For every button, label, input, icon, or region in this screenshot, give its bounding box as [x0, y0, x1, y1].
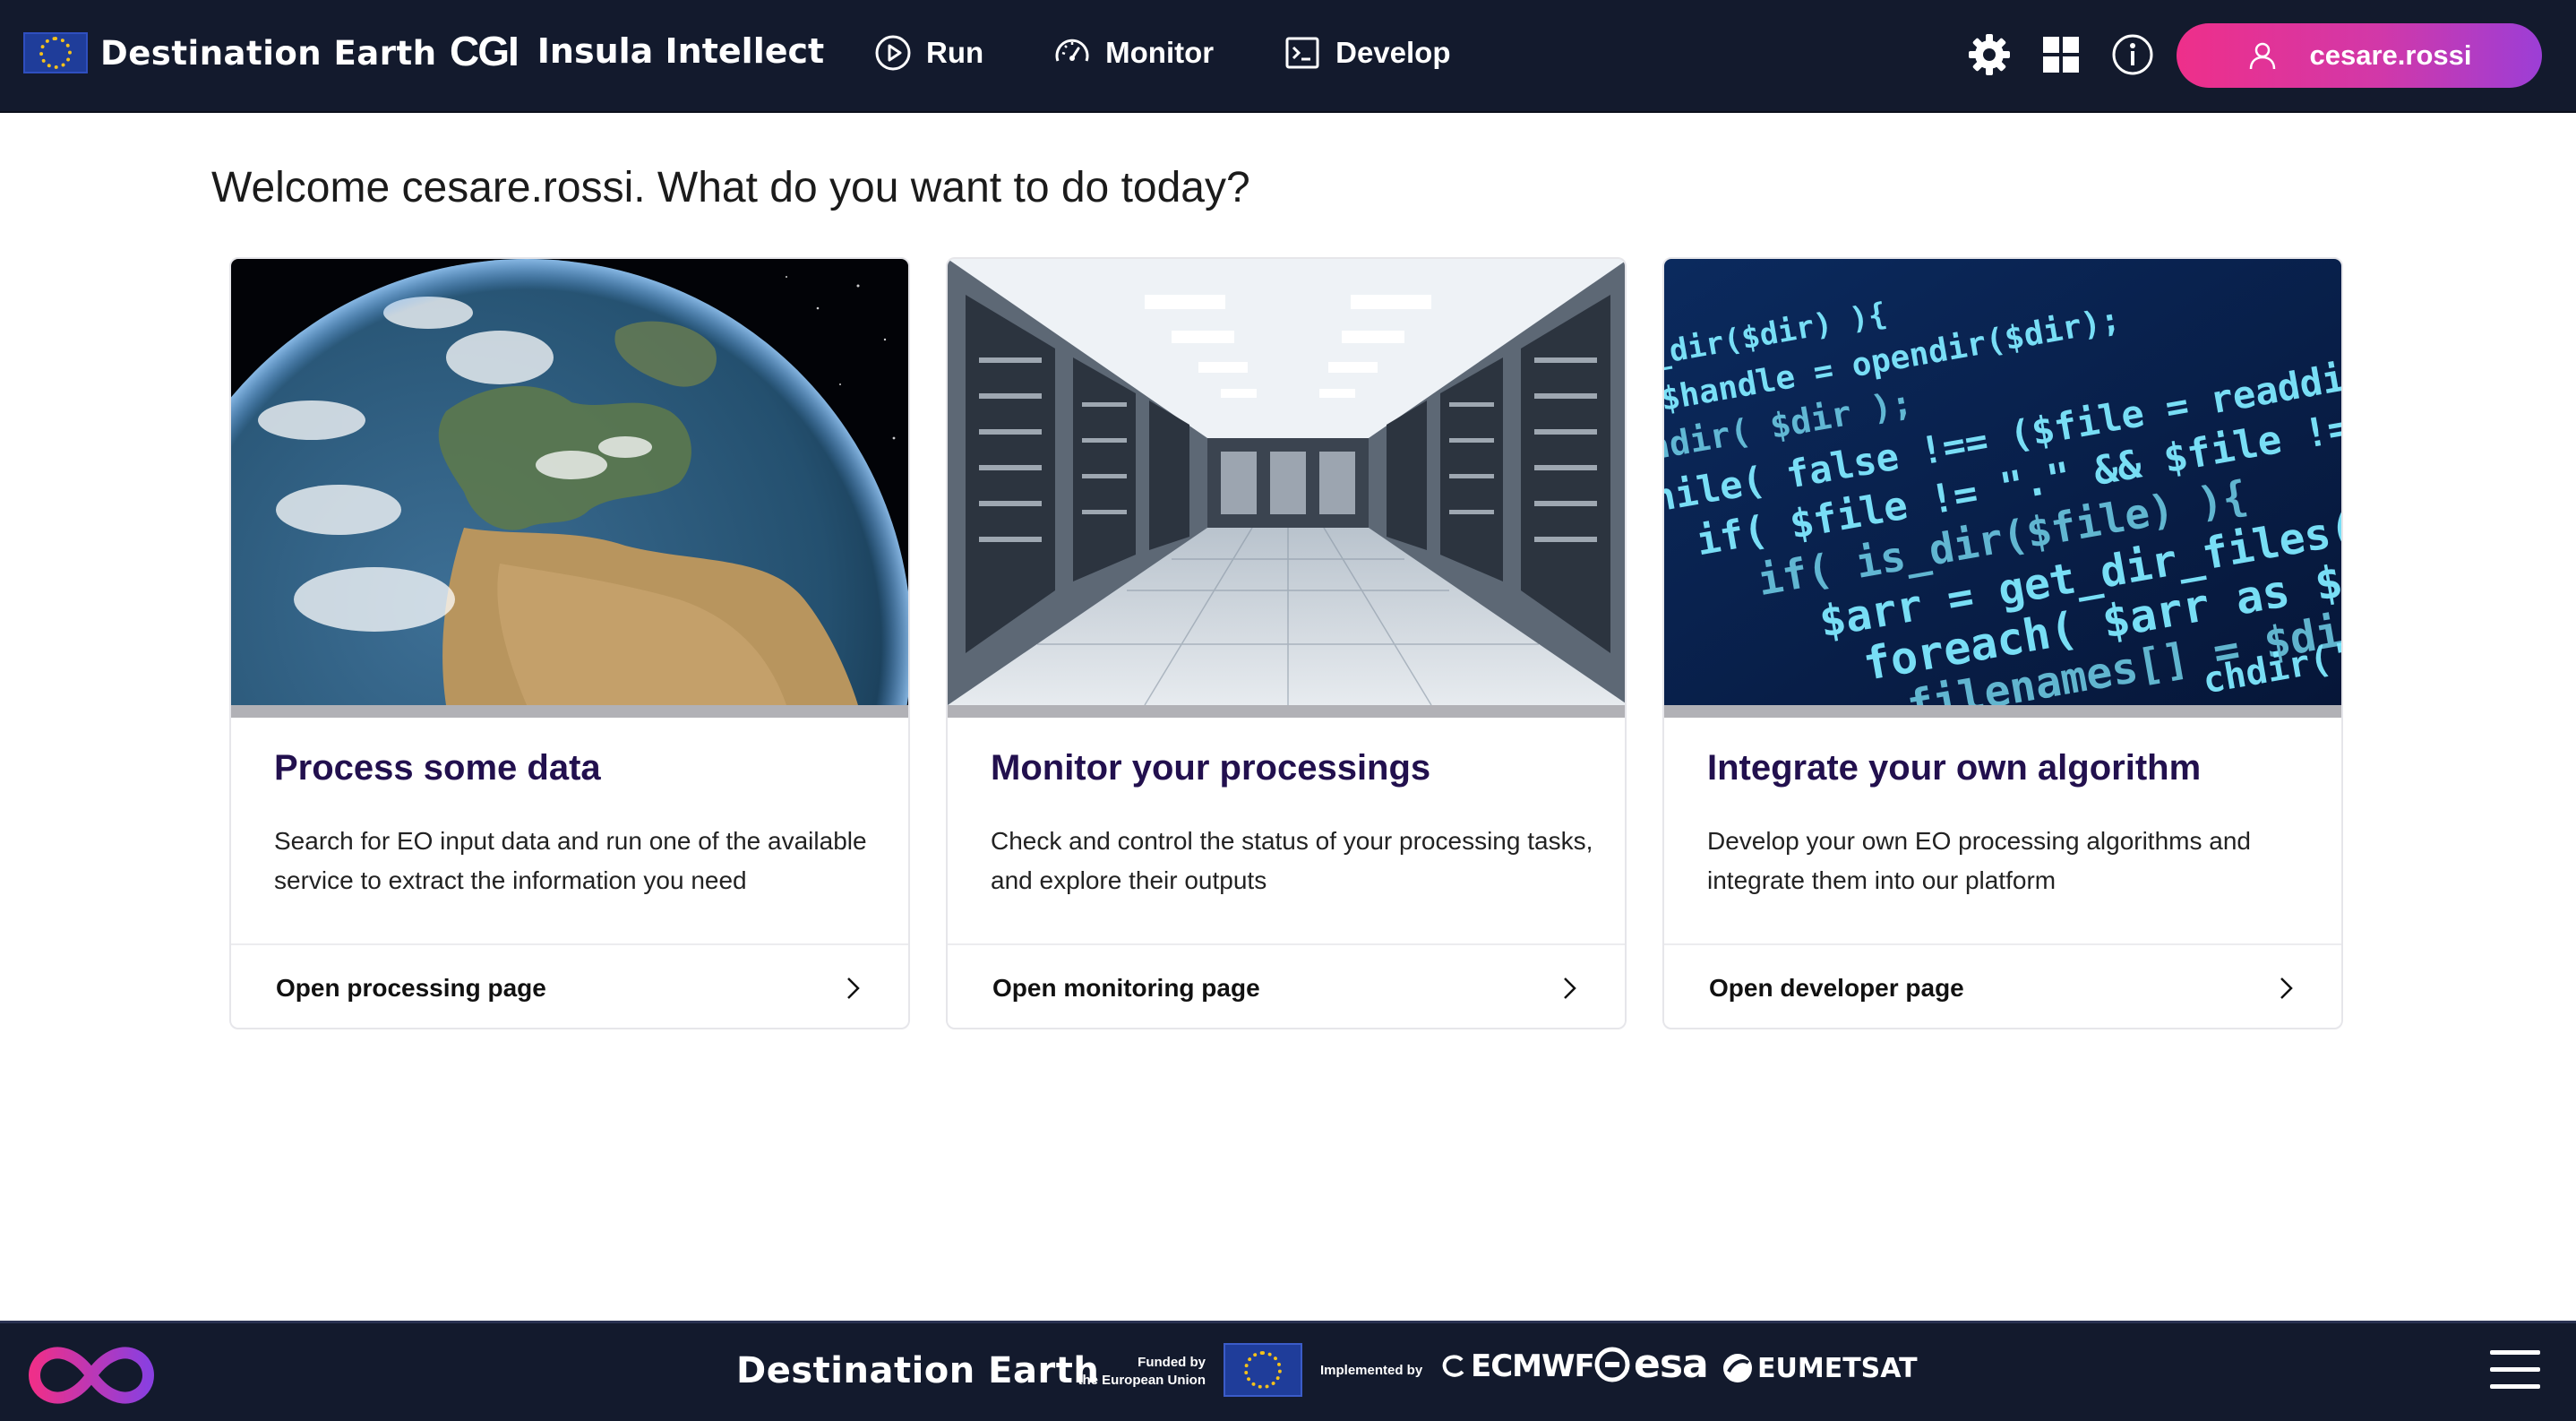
app-logo[interactable]: CGI Insula Intellect: [450, 27, 824, 75]
esa-logo: esa: [1594, 1341, 1709, 1387]
brand-name: Destination Earth: [100, 33, 437, 73]
nav-run-label: Run: [926, 36, 984, 69]
app-name: Insula Intellect: [537, 31, 825, 71]
open-monitoring-page-link[interactable]: Open monitoring page: [948, 945, 1625, 1028]
eumetsat-logo: EUMETSAT: [1722, 1352, 1918, 1384]
earth-image: [231, 259, 908, 705]
card-monitor-processings: Monitor your processings Check and contr…: [946, 257, 1627, 1029]
ecmwf-text: ECMWF: [1471, 1348, 1595, 1384]
card-title: Process some data: [274, 748, 601, 788]
ecmwf-mark-icon: [1442, 1355, 1464, 1377]
ecmwf-logo: ECMWF: [1440, 1348, 1595, 1384]
card-integrate-algorithm: s_dir($dir) ){$handle = opendir($dir); nd…: [1662, 257, 2343, 1029]
apps-grid-icon: [2043, 37, 2079, 73]
nav-develop[interactable]: Develop: [1284, 34, 1451, 72]
footer-bar: Destination Earth Funded by the European…: [0, 1321, 2576, 1421]
top-bar: Destination Earth CGI Insula Intellect R…: [0, 0, 2576, 113]
card-image-bar: [948, 705, 1625, 718]
card-image-bar: [231, 705, 908, 718]
nav-run[interactable]: Run: [874, 34, 983, 72]
card-title: Integrate your own algorithm: [1707, 748, 2202, 788]
eu-flag-icon: [23, 32, 88, 73]
user-icon: [2249, 42, 2275, 70]
card-image-bar: [1664, 705, 2341, 718]
nav-develop-label: Develop: [1335, 36, 1451, 69]
data-center-image: [948, 259, 1625, 705]
user-name: cesare.rossi: [2309, 39, 2472, 71]
card-action-label: Open developer page: [1709, 974, 1964, 1002]
hamburger-menu-icon[interactable]: [2490, 1350, 2540, 1393]
card-description: Develop your own EO processing algorithm…: [1707, 827, 2251, 894]
chevron-right-icon: [1564, 977, 1576, 999]
open-processing-page-link[interactable]: Open processing page: [231, 945, 908, 1028]
implemented-by-label: Implemented by: [1320, 1363, 1423, 1378]
chevron-right-icon: [847, 977, 860, 999]
chevron-right-icon: [2280, 977, 2293, 999]
info-button[interactable]: [2110, 32, 2155, 77]
card-process-data: Process some data Search for EO input da…: [229, 257, 910, 1029]
eumetsat-mark-icon: [1723, 1354, 1752, 1382]
terminal-icon: [1285, 37, 1319, 69]
play-circle-icon: [875, 35, 911, 71]
destination-earth-logo[interactable]: Destination Earth: [23, 32, 437, 73]
nav-monitor-label: Monitor: [1105, 36, 1215, 69]
header-icons: [1967, 32, 2182, 77]
infinity-logo-icon[interactable]: [20, 1339, 163, 1411]
card-action-label: Open processing page: [276, 974, 546, 1002]
card-action-label: Open monitoring page: [992, 974, 1260, 1002]
funded-by-label: Funded by the European Union: [1071, 1354, 1206, 1390]
open-developer-page-link[interactable]: Open developer page: [1664, 945, 2341, 1028]
eu-flag-icon: [1224, 1343, 1302, 1397]
gear-icon: [1969, 34, 2010, 75]
eumetsat-text: EUMETSAT: [1757, 1352, 1918, 1384]
main-nav: Run Monitor Develop: [874, 34, 1521, 72]
funded-by-line-1: Funded by: [1138, 1355, 1206, 1370]
apps-button[interactable]: [2039, 32, 2083, 77]
card-title: Monitor your processings: [991, 748, 1431, 788]
card-description: Check and control the status of your pro…: [991, 827, 1593, 894]
esa-mark-icon: [1594, 1347, 1630, 1382]
footer-brand: Destination Earth: [736, 1350, 1100, 1391]
welcome-heading: Welcome cesare.rossi. What do you want t…: [211, 164, 1250, 211]
esa-text: esa: [1634, 1341, 1709, 1387]
info-icon: [2112, 34, 2153, 75]
settings-button[interactable]: [1967, 32, 2012, 77]
user-menu-button[interactable]: cesare.rossi: [2177, 23, 2542, 88]
nav-monitor[interactable]: Monitor: [1053, 34, 1214, 72]
gauge-icon: [1055, 39, 1089, 62]
cgi-logo: CGI: [450, 28, 519, 74]
card-description: Search for EO input data and run one of …: [274, 827, 867, 894]
code-image: s_dir($dir) ){$handle = opendir($dir); nd…: [1664, 259, 2341, 705]
funded-by-line-2: the European Union: [1078, 1373, 1206, 1388]
